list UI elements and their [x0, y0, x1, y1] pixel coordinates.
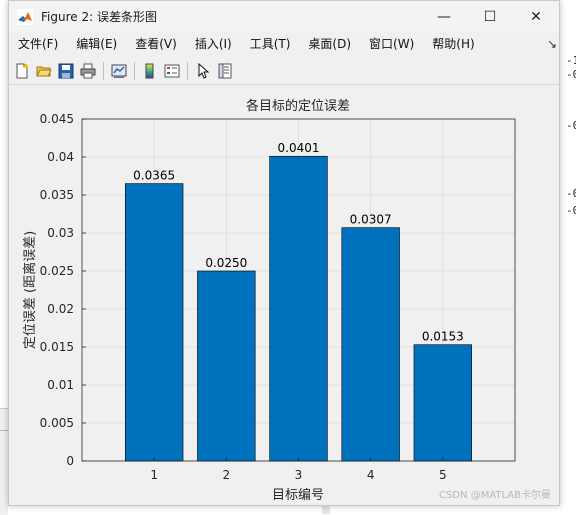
minimize-button[interactable]: —: [421, 1, 467, 32]
y-tick-label: 0.005: [40, 416, 74, 430]
menu-desktop[interactable]: 桌面(D): [299, 32, 360, 57]
background-text: -0: [566, 204, 576, 217]
title-bar[interactable]: Figure 2: 误差条形图 — ☐ ✕: [9, 1, 559, 32]
toolbar-separator: [187, 62, 188, 80]
figure-canvas: 0.0365 0.0250 0.0401 0.0307 0.0153 0 0.005 0.0…: [9, 85, 559, 505]
menu-window[interactable]: 窗口(W): [360, 32, 423, 57]
bar: [269, 155, 328, 462]
x-axis-label: 目标编号: [272, 488, 324, 503]
menu-insert[interactable]: 插入(I): [186, 32, 241, 57]
new-figure-icon[interactable]: [11, 60, 33, 82]
bar-value-label: 0.0401: [278, 141, 320, 155]
save-icon[interactable]: [55, 60, 77, 82]
y-tick-label: 0.03: [47, 226, 74, 240]
maximize-button[interactable]: ☐: [467, 1, 513, 32]
bar-chart: 0.03650.02500.04010.03070.0153 00.0050.0…: [22, 98, 516, 503]
window-title: Figure 2: 误差条形图: [41, 10, 157, 24]
x-tick-label: 3: [295, 468, 303, 482]
toolbar-separator: [134, 62, 135, 80]
bar: [341, 227, 400, 462]
x-tick-label: 2: [223, 468, 231, 482]
y-tick-label: 0.045: [40, 112, 74, 126]
menu-view[interactable]: 查看(V): [126, 32, 186, 57]
y-tick-label: 0.01: [47, 378, 74, 392]
bar-value-label: 0.0250: [205, 256, 247, 270]
menu-file[interactable]: 文件(F): [9, 32, 67, 57]
toolbar-separator: [103, 62, 104, 80]
close-button[interactable]: ✕: [513, 1, 559, 32]
background-text: -1: [566, 54, 576, 67]
y-tick-label: 0.025: [40, 264, 74, 278]
y-tick-label: 0: [66, 454, 74, 468]
x-tick-label: 5: [439, 468, 447, 482]
menu-bar: 文件(F) 编辑(E) 查看(V) 插入(I) 工具(T) 桌面(D) 窗口(W…: [9, 32, 559, 57]
bar-value-label: 0.0153: [422, 330, 464, 344]
y-tick-label: 0.04: [47, 150, 74, 164]
colorbar-icon[interactable]: [139, 60, 161, 82]
bar-value-label: 0.0365: [133, 169, 175, 183]
background-text: -0: [566, 68, 576, 81]
bar: [413, 344, 473, 462]
menu-edit[interactable]: 编辑(E): [67, 32, 126, 57]
print-icon[interactable]: [77, 60, 99, 82]
y-tick-label: 0.02: [47, 302, 74, 316]
x-tick-label: 1: [150, 468, 158, 482]
background-text: -0: [566, 119, 576, 132]
figure-window: Figure 2: 误差条形图 — ☐ ✕ 文件(F) 编辑(E) 查看(V) …: [8, 0, 560, 506]
property-editor-icon[interactable]: [214, 60, 236, 82]
matlab-logo-icon: [17, 8, 33, 25]
watermark-text: CSDN @MATLAB卡尔曼: [439, 490, 551, 501]
background-scrollbar: [322, 506, 330, 514]
y-axis-ticks: 0 0.005 0.01 0.015 0.02 0.025 0.03 0.035 0.04 0.0…: [40, 112, 86, 468]
bar: [125, 183, 184, 462]
x-tick-label: 4: [367, 468, 375, 482]
menu-tools[interactable]: 工具(T): [241, 32, 300, 57]
open-file-icon[interactable]: [33, 60, 55, 82]
chart-title: 各目标的定位误差: [246, 98, 350, 114]
legend-icon[interactable]: [161, 60, 183, 82]
link-plot-icon[interactable]: [108, 60, 130, 82]
pointer-icon[interactable]: [192, 60, 214, 82]
bar-value-label: 0.0307: [350, 213, 392, 227]
bar: [197, 270, 256, 462]
y-tick-label: 0.015: [40, 340, 74, 354]
background-text: -0: [566, 187, 576, 200]
background-divider: [0, 430, 8, 431]
dock-arrow-icon[interactable]: ↘: [547, 37, 557, 51]
y-axis-label: 定位误差 (距离误差): [22, 231, 38, 349]
background-panel: [0, 408, 8, 515]
y-tick-label: 0.035: [40, 188, 74, 202]
menu-help[interactable]: 帮助(H): [423, 32, 483, 57]
toolbar: [9, 58, 559, 85]
